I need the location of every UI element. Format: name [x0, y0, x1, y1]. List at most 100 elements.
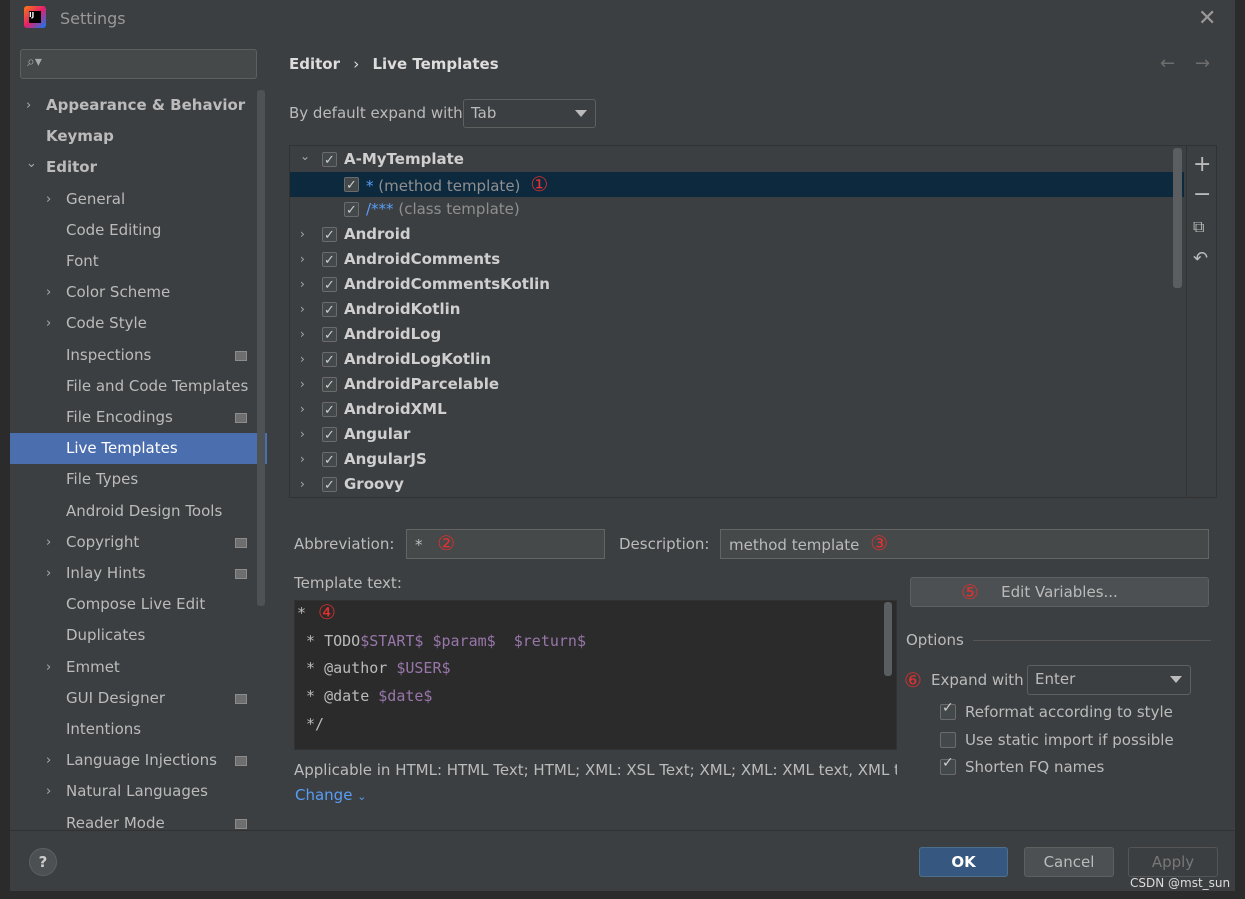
sidebar-item[interactable]: Code Editing — [10, 215, 267, 246]
template-checkbox[interactable]: ✓ — [344, 177, 359, 193]
back-arrow-icon[interactable]: ← — [1160, 53, 1175, 74]
template-abbreviation: /*** — [366, 200, 394, 218]
template-checkbox[interactable]: ✓ — [322, 252, 337, 268]
option-checkbox[interactable] — [940, 731, 956, 748]
sidebar-item[interactable]: › Inlay Hints — [10, 558, 267, 589]
abbreviation-field[interactable]: * ② — [406, 529, 605, 559]
template-checkbox[interactable]: ✓ — [322, 152, 337, 168]
option-checkbox[interactable]: ✓ — [940, 755, 956, 775]
template-checkbox[interactable]: ✓ — [322, 277, 337, 293]
template-checkbox[interactable]: ✓ — [322, 327, 337, 343]
tree-scrollbar[interactable] — [257, 90, 265, 606]
template-group-row[interactable]: › ✓ AndroidCommentsKotlin — [290, 272, 1184, 297]
sidebar-item-label: General — [66, 189, 126, 208]
default-expand-select[interactable]: Tab — [463, 99, 596, 128]
sidebar-item[interactable]: › Emmet — [10, 652, 267, 683]
template-variable: $USER$ — [396, 659, 451, 678]
template-group-row[interactable]: › ✓ Android — [290, 222, 1184, 247]
template-group-row[interactable]: › ✓ Angular — [290, 422, 1184, 447]
cancel-button[interactable]: Cancel — [1024, 847, 1114, 877]
template-group-row[interactable]: › ✓ AndroidLog — [290, 322, 1184, 347]
sidebar-item[interactable]: Font — [10, 246, 267, 277]
template-group-name: Angular — [344, 425, 411, 443]
description-value: method template — [729, 536, 860, 554]
template-group-row[interactable]: ⌄ ✓ A-MyTemplate — [290, 147, 1184, 172]
chevron-right-icon: › — [300, 302, 305, 316]
template-group-name: AndroidCommentsKotlin — [344, 275, 550, 293]
sidebar-item[interactable]: File and Code Templates — [10, 371, 267, 402]
close-icon[interactable]: ✕ — [1198, 6, 1216, 31]
sidebar-item[interactable]: › Natural Languages — [10, 776, 267, 807]
change-contexts-link[interactable]: Change ⌄ — [295, 786, 366, 804]
forward-arrow-icon[interactable]: → — [1195, 53, 1210, 74]
template-group-row[interactable]: › ✓ AndroidLogKotlin — [290, 347, 1184, 372]
project-scope-icon — [235, 818, 247, 829]
chevron-down-icon — [1170, 676, 1182, 683]
template-checkbox[interactable]: ✓ — [322, 452, 337, 468]
template-checkbox[interactable]: ✓ — [322, 377, 337, 393]
edit-variables-button[interactable]: ⑤ Edit Variables... — [910, 577, 1209, 607]
template-group-row[interactable]: › ✓ AndroidXML — [290, 397, 1184, 422]
sidebar-item[interactable]: ⌄ Editor — [10, 152, 267, 183]
ok-button[interactable]: OK — [919, 847, 1008, 877]
template-group-name: AndroidLog — [344, 325, 442, 343]
expand-with-select[interactable]: Enter — [1027, 665, 1191, 695]
sidebar-item[interactable]: Keymap — [10, 121, 267, 152]
settings-search-input[interactable]: ⌕▾ — [20, 49, 257, 79]
template-checkbox[interactable]: ✓ — [322, 477, 337, 493]
sidebar-item[interactable]: File Types — [10, 464, 267, 495]
template-description: (class template) — [398, 200, 520, 218]
sidebar-item[interactable]: Compose Live Edit — [10, 589, 267, 620]
template-checkbox[interactable]: ✓ — [322, 402, 337, 418]
option-checkbox-label[interactable]: Use static import if possible — [965, 731, 1174, 749]
description-field[interactable]: method template ③ — [720, 529, 1209, 559]
template-group-row[interactable]: › ✓ AndroidParcelable — [290, 372, 1184, 397]
template-row[interactable]: ✓ /*** (class template) — [290, 197, 1184, 222]
sidebar-item-label: Inlay Hints — [66, 564, 146, 582]
sidebar-item[interactable]: › Language Injections — [10, 745, 267, 776]
sidebar-item[interactable]: › Color Scheme — [10, 277, 267, 308]
checkmark-icon: ✓ — [346, 203, 357, 218]
help-button[interactable]: ? — [29, 848, 57, 876]
sidebar-item[interactable]: › Code Style — [10, 308, 267, 339]
template-group-row[interactable]: › ✓ AndroidKotlin — [290, 297, 1184, 322]
apply-button[interactable]: Apply — [1128, 847, 1218, 877]
template-checkbox[interactable]: ✓ — [322, 227, 337, 243]
sidebar-item[interactable]: Duplicates — [10, 620, 267, 651]
option-checkbox-label[interactable]: Shorten FQ names — [965, 758, 1104, 776]
copy-icon[interactable]: ⧉ — [1193, 217, 1204, 237]
template-group-row[interactable]: › ✓ AndroidComments — [290, 247, 1184, 272]
option-checkbox-label[interactable]: Reformat according to style — [965, 703, 1173, 721]
template-row[interactable]: ✓ * (method template) ① — [290, 172, 1184, 197]
template-checkbox[interactable]: ✓ — [322, 352, 337, 368]
sidebar-item[interactable]: GUI Designer — [10, 683, 267, 714]
undo-icon[interactable]: ↶ — [1193, 248, 1208, 269]
template-text-segment: */ — [297, 714, 325, 733]
template-group-row[interactable]: › ✓ AngularJS — [290, 447, 1184, 472]
template-checkbox[interactable]: ✓ — [322, 427, 337, 443]
template-text-editor[interactable]: * * TODO$START$ $param$ $return$ * @auth… — [294, 600, 897, 750]
templates-scrollbar[interactable] — [1173, 148, 1182, 288]
sidebar-item[interactable]: › Copyright — [10, 527, 267, 558]
sidebar-item[interactable]: › Appearance & Behavior — [10, 90, 267, 121]
template-text-scrollbar[interactable] — [884, 602, 892, 676]
chevron-right-icon: › — [300, 377, 305, 391]
sidebar-item[interactable]: Inspections — [10, 340, 267, 371]
template-entry: * (method template) ① — [366, 172, 548, 199]
sidebar-item[interactable]: Live Templates — [10, 433, 267, 465]
minus-icon[interactable]: − — [1193, 182, 1211, 207]
template-abbreviation: * — [366, 177, 374, 195]
template-checkbox[interactable]: ✓ — [344, 202, 359, 218]
sidebar-item[interactable]: Intentions — [10, 714, 267, 745]
plus-icon[interactable]: + — [1193, 152, 1211, 177]
breadcrumb-parent[interactable]: Editor — [289, 55, 340, 73]
sidebar-item-label: Android Design Tools — [66, 501, 223, 520]
template-group-row[interactable]: › ✓ Groovy — [290, 472, 1184, 497]
template-checkbox[interactable]: ✓ — [322, 302, 337, 318]
chevron-down-icon: ⌄ — [300, 149, 311, 163]
sidebar-item[interactable]: File Encodings — [10, 402, 267, 433]
sidebar-item[interactable]: › General — [10, 184, 267, 215]
checkmark-icon: ✓ — [324, 153, 335, 168]
option-checkbox[interactable]: ✓ — [940, 700, 956, 720]
sidebar-item[interactable]: Android Design Tools — [10, 496, 267, 527]
